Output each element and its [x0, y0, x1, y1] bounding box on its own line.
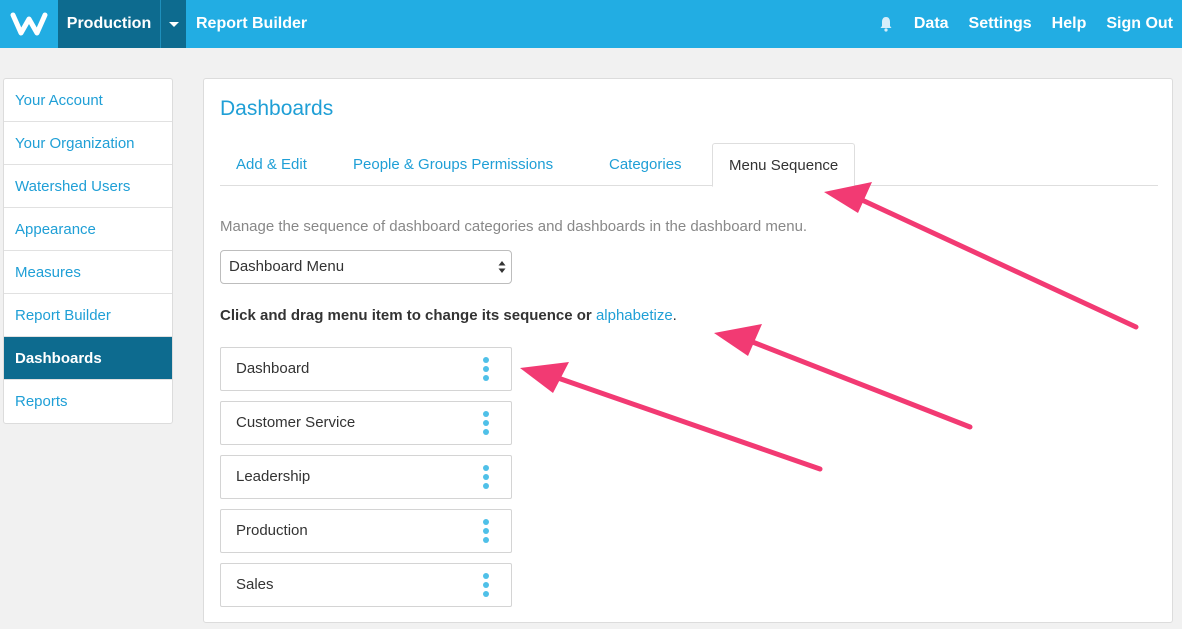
nav-settings[interactable]: Settings: [969, 15, 1032, 33]
top-navigation-bar: Production Report Builder Data Settings …: [0, 0, 1182, 48]
alphabetize-link[interactable]: alphabetize: [596, 307, 673, 324]
sidebar-item-measures[interactable]: Measures: [4, 251, 172, 294]
chevron-down-icon[interactable]: [160, 0, 186, 48]
drag-handle-icon[interactable]: [483, 519, 489, 543]
sidebar-item-watershed-users[interactable]: Watershed Users: [4, 165, 172, 208]
description-text: Manage the sequence of dashboard categor…: [220, 218, 808, 235]
menu-item-leadership[interactable]: Leadership: [220, 455, 512, 499]
menu-select-value: Dashboard Menu: [229, 258, 345, 275]
drag-handle-icon[interactable]: [483, 573, 489, 597]
sidebar-item-your-organization[interactable]: Your Organization: [4, 122, 172, 165]
menu-item-label: Leadership: [236, 468, 311, 485]
drag-handle-icon[interactable]: [483, 465, 489, 489]
menu-item-dashboard[interactable]: Dashboard: [220, 347, 512, 391]
nav-sign-out[interactable]: Sign Out: [1106, 15, 1173, 33]
sidebar-item-report-builder[interactable]: Report Builder: [4, 294, 172, 337]
nav-data[interactable]: Data: [914, 15, 949, 33]
bell-icon[interactable]: [878, 16, 894, 32]
menu-item-sales[interactable]: Sales: [220, 563, 512, 607]
sidebar-item-your-account[interactable]: Your Account: [4, 79, 172, 122]
menu-item-customer-service[interactable]: Customer Service: [220, 401, 512, 445]
tab-add-edit[interactable]: Add & Edit: [220, 143, 323, 186]
drag-handle-icon[interactable]: [483, 411, 489, 435]
instruction-suffix: .: [672, 307, 677, 324]
settings-sidebar: Your Account Your Organization Watershed…: [3, 78, 173, 424]
menu-item-label: Sales: [236, 576, 274, 593]
menu-item-label: Production: [236, 522, 308, 539]
top-nav-links: Data Settings Help Sign Out: [878, 0, 1182, 48]
tab-menu-sequence[interactable]: Menu Sequence: [712, 143, 856, 187]
instruction-text: Click and drag menu item to change its s…: [220, 307, 677, 324]
main-panel: Dashboards Add & Edit People & Groups Pe…: [203, 78, 1173, 623]
select-arrows-icon: [498, 261, 506, 273]
menu-item-label: Dashboard: [236, 360, 310, 377]
watershed-logo[interactable]: [0, 0, 58, 48]
app-title[interactable]: Report Builder: [196, 0, 307, 48]
instruction-label: Click and drag menu item to change its s…: [220, 307, 592, 324]
drag-handle-icon[interactable]: [483, 357, 489, 381]
sidebar-item-dashboards[interactable]: Dashboards: [4, 337, 172, 380]
page-title: Dashboards: [220, 97, 334, 120]
menu-item-production[interactable]: Production: [220, 509, 512, 553]
menu-item-label: Customer Service: [236, 414, 356, 431]
sidebar-item-appearance[interactable]: Appearance: [4, 208, 172, 251]
environment-selector[interactable]: Production: [58, 0, 160, 48]
tab-categories[interactable]: Categories: [593, 143, 698, 186]
tab-people-groups-permissions[interactable]: People & Groups Permissions: [337, 143, 569, 186]
tab-bar: Add & Edit People & Groups Permissions C…: [220, 143, 1158, 187]
nav-help[interactable]: Help: [1052, 15, 1087, 33]
sidebar-item-reports[interactable]: Reports: [4, 380, 172, 423]
menu-select[interactable]: Dashboard Menu: [220, 250, 512, 284]
